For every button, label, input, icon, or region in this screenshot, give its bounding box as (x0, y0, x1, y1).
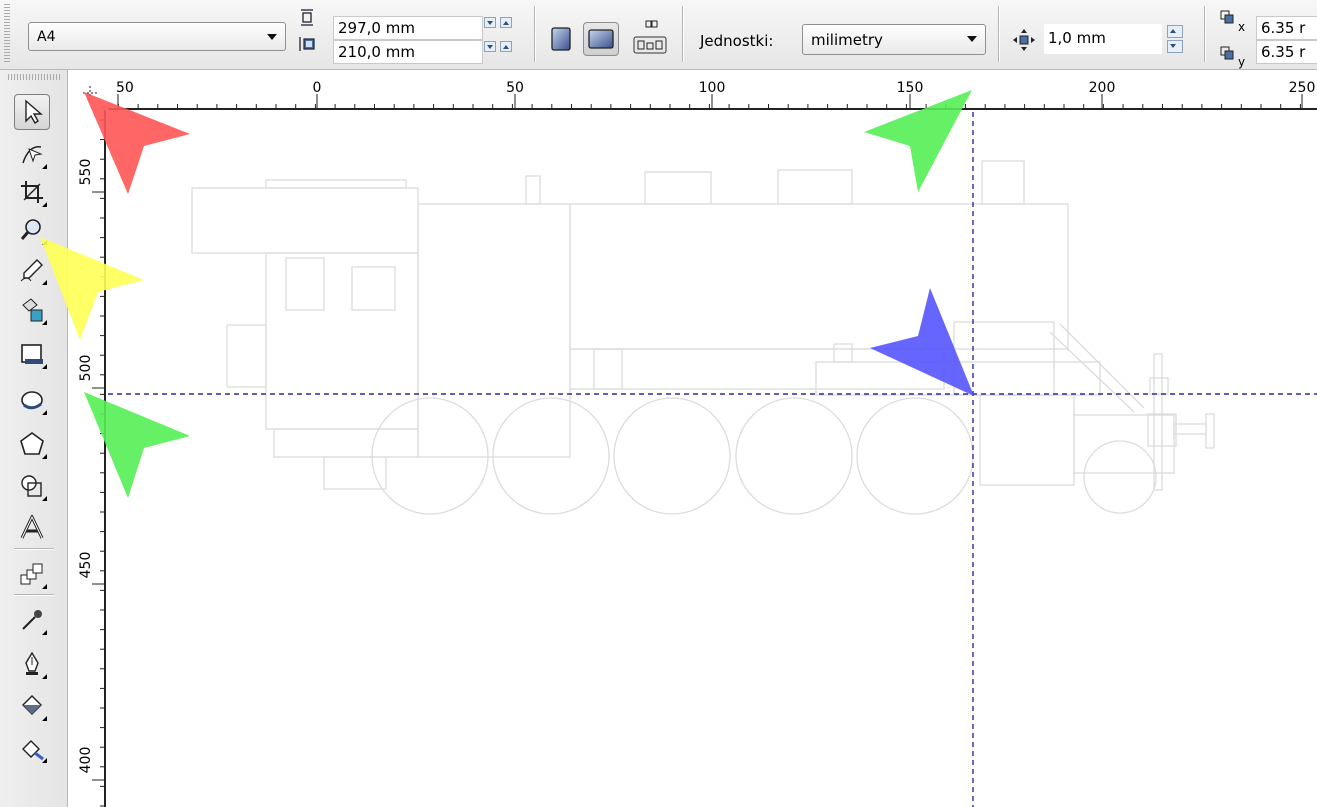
ruler-h-label: 100 (699, 80, 726, 96)
zoom-tool[interactable] (14, 212, 50, 248)
nudge-spin-down[interactable] (1167, 40, 1183, 53)
landscape-button[interactable] (583, 22, 619, 56)
units-label: Jednostki: (700, 32, 774, 50)
ruler-h-label: 50 (116, 80, 134, 96)
nudge-icon (1013, 29, 1035, 51)
dup-y-axis: y (1238, 55, 1246, 69)
page-size-value: A4 (37, 28, 56, 45)
property-bar: A4 297,0 mm 210,0 mm Jednostki: milimetr… (0, 0, 1317, 70)
ellipse-tool[interactable] (14, 382, 50, 418)
page-size-dropdown[interactable]: A4 (28, 22, 286, 51)
interactive-blend-tool[interactable] (14, 556, 50, 592)
chevron-down-icon (967, 36, 977, 42)
width-spin-up[interactable] (500, 17, 512, 28)
basic-shapes-tool[interactable] (14, 468, 50, 504)
pointer-arrow-icon (25, 99, 43, 124)
dup-x-axis: x (1238, 20, 1246, 34)
page-layout-button[interactable] (628, 18, 672, 58)
ruler-h-label: 200 (1089, 80, 1116, 96)
text-a-icon (20, 515, 44, 539)
ruler-h-label: 150 (897, 80, 924, 96)
ruler-h-label: 0 (313, 80, 322, 96)
landscape-icon (588, 29, 614, 49)
ruler-v-label: 400 (78, 747, 94, 774)
toolbox-gripper[interactable] (8, 74, 60, 80)
drawing-canvas[interactable] (108, 112, 1317, 807)
portrait-icon (551, 27, 571, 51)
nudge-input[interactable]: 1,0 mm (1044, 24, 1162, 54)
toolbar-gripper[interactable] (4, 4, 10, 64)
toolbox (0, 70, 68, 807)
ruler-origin-icon (83, 86, 97, 100)
page-width-input[interactable]: 297,0 mm (333, 16, 483, 40)
duplicate-x-input[interactable]: 6.35 r (1256, 16, 1317, 40)
crop-tool[interactable] (14, 174, 50, 210)
chevron-down-icon (267, 34, 277, 40)
ruler-origin-corner[interactable] (68, 70, 108, 110)
duplicate-y-input[interactable]: 6.35 r (1256, 40, 1317, 64)
outline-pen-tool[interactable] (14, 646, 50, 682)
ruler-v-label: 450 (78, 552, 94, 579)
units-value: milimetry (811, 30, 883, 49)
height-spin-up[interactable] (500, 41, 512, 52)
portrait-button[interactable] (546, 24, 576, 54)
text-tool[interactable] (14, 510, 50, 546)
width-spin-down[interactable] (484, 17, 496, 28)
horizontal-ruler[interactable]: 50 0 50 100 150 200 250 (68, 70, 1317, 110)
rectangle-tool[interactable] (14, 336, 50, 372)
facing-pages-icon (633, 20, 667, 54)
pick-tool[interactable] (14, 94, 50, 130)
eyedropper-tool[interactable] (14, 602, 50, 638)
duplicate-distance-x-icon (1220, 10, 1234, 24)
shape-tool[interactable] (14, 136, 50, 172)
locomotive-drawing (108, 112, 1317, 807)
fill-tool[interactable] (14, 688, 50, 724)
interactive-fill-tool[interactable] (14, 730, 50, 766)
ruler-h-label: 250 (1289, 80, 1316, 96)
freehand-tool[interactable] (14, 252, 50, 288)
vertical-ruler[interactable]: 550 500 450 400 (68, 110, 106, 807)
page-height-input[interactable]: 210,0 mm (333, 40, 483, 64)
ruler-h-label: 50 (506, 80, 524, 96)
page-dimensions-icon (299, 9, 315, 51)
nudge-spin-up[interactable] (1167, 25, 1183, 38)
height-spin-down[interactable] (484, 41, 496, 52)
polygon-tool[interactable] (14, 426, 50, 462)
smart-fill-tool[interactable] (14, 292, 50, 328)
ruler-v-label: 500 (78, 355, 94, 382)
duplicate-distance-y-icon (1220, 46, 1234, 60)
units-dropdown[interactable]: milimetry (802, 24, 986, 55)
ruler-v-label: 550 (78, 159, 94, 186)
